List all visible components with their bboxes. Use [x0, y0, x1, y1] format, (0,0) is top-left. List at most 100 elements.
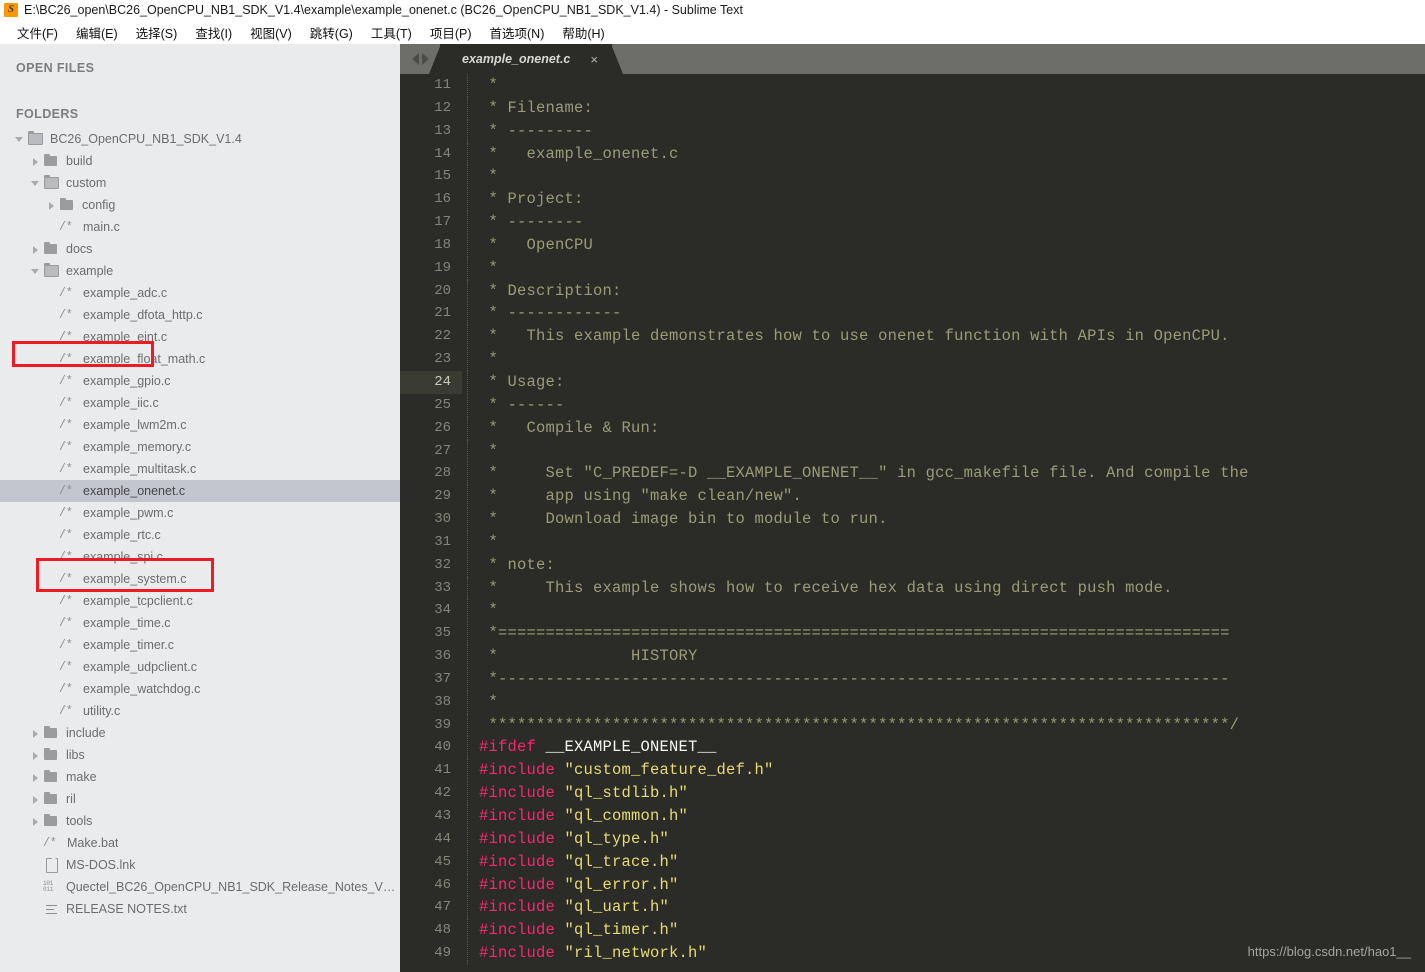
code-line[interactable]: 31 * — [400, 530, 1425, 554]
code-line[interactable]: 26 * Compile & Run: — [400, 416, 1425, 440]
code-line[interactable]: 35 *====================================… — [400, 622, 1425, 645]
code-line[interactable]: 23 * — [400, 348, 1425, 371]
tree-item-build[interactable]: build — [0, 150, 400, 172]
tree-item-include[interactable]: include — [0, 722, 400, 744]
tree-item-example-adc-c[interactable]: /* example_adc.c — [0, 282, 400, 304]
code-line[interactable]: 38 * — [400, 690, 1425, 714]
code-line[interactable]: 29 * app using "make clean/new". — [400, 485, 1425, 508]
code-line[interactable]: 13 * --------- — [400, 119, 1425, 143]
chevron-right-icon[interactable] — [30, 772, 41, 783]
code-line[interactable]: 18 * OpenCPU — [400, 233, 1425, 257]
menu-item-3[interactable]: 查找(I) — [186, 21, 241, 44]
tree-item-main-c[interactable]: /* main.c — [0, 216, 400, 238]
tree-item-make-bat[interactable]: /* Make.bat — [0, 832, 400, 854]
code-line[interactable]: 45 #include "ql_trace.h" — [400, 850, 1425, 874]
tree-item-example-pwm-c[interactable]: /* example_pwm.c — [0, 502, 400, 524]
tree-item-custom[interactable]: custom — [0, 172, 400, 194]
code-content[interactable]: 11 * 12 * Filename: 13 * --------- 14 * exa… — [400, 74, 1425, 972]
tree-item-make[interactable]: make — [0, 766, 400, 788]
code-line[interactable]: 48 #include "ql_timer.h" — [400, 919, 1425, 942]
code-line[interactable]: 37 *------------------------------------… — [400, 667, 1425, 691]
code-line[interactable]: 43 #include "ql_common.h" — [400, 805, 1425, 828]
code-line[interactable]: 39 *************************************… — [400, 713, 1425, 737]
menu-item-9[interactable]: 帮助(H) — [553, 21, 613, 44]
tree-item-example-watchdog-c[interactable]: /* example_watchdog.c — [0, 678, 400, 700]
tree-item-config[interactable]: config — [0, 194, 400, 216]
menu-item-7[interactable]: 项目(P) — [421, 21, 481, 44]
code-line[interactable]: 44 #include "ql_type.h" — [400, 827, 1425, 851]
chevron-right-icon[interactable] — [30, 750, 41, 761]
code-line[interactable]: 28 * Set "C_PREDEF=-D __EXAMPLE_ONENET__… — [400, 462, 1425, 486]
code-line[interactable]: 21 * ------------ — [400, 302, 1425, 326]
chevron-down-icon[interactable] — [30, 266, 41, 277]
code-line[interactable]: 19 * — [400, 256, 1425, 280]
chevron-left-icon[interactable] — [411, 53, 419, 65]
tree-item-bc26-opencpu-nb1-sdk-v1-4[interactable]: BC26_OpenCPU_NB1_SDK_V1.4 — [0, 128, 400, 150]
tree-item-example-time-c[interactable]: /* example_time.c — [0, 612, 400, 634]
code-line[interactable]: 17 * -------- — [400, 211, 1425, 234]
code-line[interactable]: 15 * — [400, 165, 1425, 189]
chevron-right-icon[interactable] — [30, 156, 41, 167]
tree-item-example-eint-c[interactable]: /* example_eint.c — [0, 326, 400, 348]
code-line[interactable]: 40 #ifdef __EXAMPLE_ONENET__ — [400, 736, 1425, 760]
code-line[interactable]: 42 #include "ql_stdlib.h" — [400, 782, 1425, 805]
chevron-down-icon[interactable] — [30, 178, 41, 189]
chevron-right-icon[interactable] — [46, 200, 57, 211]
tree-item-example[interactable]: example — [0, 260, 400, 282]
tree-item-example-multitask-c[interactable]: /* example_multitask.c — [0, 458, 400, 480]
tree-item-example-system-c[interactable]: /* example_system.c — [0, 568, 400, 590]
tree-item-example-float-math-c[interactable]: /* example_float_math.c — [0, 348, 400, 370]
tree-item-utility-c[interactable]: /* utility.c — [0, 700, 400, 722]
code-line[interactable]: 30 * Download image bin to module to run… — [400, 508, 1425, 531]
tree-item-example-iic-c[interactable]: /* example_iic.c — [0, 392, 400, 414]
code-line[interactable]: 22 * This example demonstrates how to us… — [400, 325, 1425, 348]
chevron-right-icon[interactable] — [30, 244, 41, 255]
chevron-right-icon[interactable] — [421, 53, 429, 65]
tab-example-onenet-c[interactable]: example_onenet.c × — [440, 44, 612, 74]
tree-item-docs[interactable]: docs — [0, 238, 400, 260]
code-line[interactable]: 32 * note: — [400, 553, 1425, 577]
chevron-right-icon[interactable] — [30, 794, 41, 805]
tree-item-example-memory-c[interactable]: /* example_memory.c — [0, 436, 400, 458]
code-line[interactable]: 12 * Filename: — [400, 96, 1425, 120]
chevron-right-icon[interactable] — [30, 816, 41, 827]
code-line[interactable]: 47 #include "ql_uart.h" — [400, 896, 1425, 920]
tree-item-tools[interactable]: tools — [0, 810, 400, 832]
tree-item-ril[interactable]: ril — [0, 788, 400, 810]
tree-item-quectel-bc26-opencpu-nb1-sdk-release-notes-v1-4-pdf[interactable]: 101 011 Quectel_BC26_OpenCPU_NB1_SDK_Relea… — [0, 876, 400, 898]
tree-item-example-lwm2m-c[interactable]: /* example_lwm2m.c — [0, 414, 400, 436]
menu-item-1[interactable]: 编辑(E) — [67, 21, 127, 44]
tree-item-example-gpio-c[interactable]: /* example_gpio.c — [0, 370, 400, 392]
code-line[interactable]: 36 * HISTORY — [400, 645, 1425, 668]
tree-item-example-dfota-http-c[interactable]: /* example_dfota_http.c — [0, 304, 400, 326]
chevron-down-icon[interactable] — [14, 134, 25, 145]
tree-item-example-timer-c[interactable]: /* example_timer.c — [0, 634, 400, 656]
tree-item-example-tcpclient-c[interactable]: /* example_tcpclient.c — [0, 590, 400, 612]
menu-item-5[interactable]: 跳转(G) — [301, 21, 362, 44]
sidebar-file-browser[interactable]: OPEN FILES FOLDERS BC26_OpenCPU_NB1_SDK_… — [0, 44, 400, 972]
code-line[interactable]: 33 * This example shows how to receive h… — [400, 576, 1425, 600]
tree-item-example-onenet-c[interactable]: /* example_onenet.c — [0, 480, 400, 502]
menu-item-8[interactable]: 首选项(N) — [481, 21, 554, 44]
menu-item-4[interactable]: 视图(V) — [241, 21, 301, 44]
tree-item-ms-dos-lnk[interactable]: MS-DOS.lnk — [0, 854, 400, 876]
code-line[interactable]: 11 * — [400, 74, 1425, 97]
chevron-right-icon[interactable] — [30, 728, 41, 739]
code-line[interactable]: 46 #include "ql_error.h" — [400, 873, 1425, 897]
tree-item-release-notes-txt[interactable]: RELEASE NOTES.txt — [0, 898, 400, 920]
code-line[interactable]: 20 * Description: — [400, 279, 1425, 303]
tree-item-libs[interactable]: libs — [0, 744, 400, 766]
code-line[interactable]: 14 * example_onenet.c — [400, 142, 1425, 166]
code-line[interactable]: 16 * Project: — [400, 188, 1425, 211]
menu-item-6[interactable]: 工具(T) — [362, 21, 421, 44]
tree-item-example-rtc-c[interactable]: /* example_rtc.c — [0, 524, 400, 546]
code-line[interactable]: 34 * — [400, 599, 1425, 623]
code-line[interactable]: 27 * — [400, 439, 1425, 463]
tree-item-example-udpclient-c[interactable]: /* example_udpclient.c — [0, 656, 400, 678]
menu-item-2[interactable]: 选择(S) — [127, 21, 187, 44]
menu-item-0[interactable]: 文件(F) — [8, 21, 67, 44]
code-line[interactable]: 41 #include "custom_feature_def.h" — [400, 759, 1425, 783]
close-icon[interactable]: × — [590, 53, 598, 66]
code-line[interactable]: 24 * Usage: — [400, 370, 1425, 394]
folder-tree[interactable]: BC26_OpenCPU_NB1_SDK_V1.4 build custom conf… — [0, 128, 400, 920]
